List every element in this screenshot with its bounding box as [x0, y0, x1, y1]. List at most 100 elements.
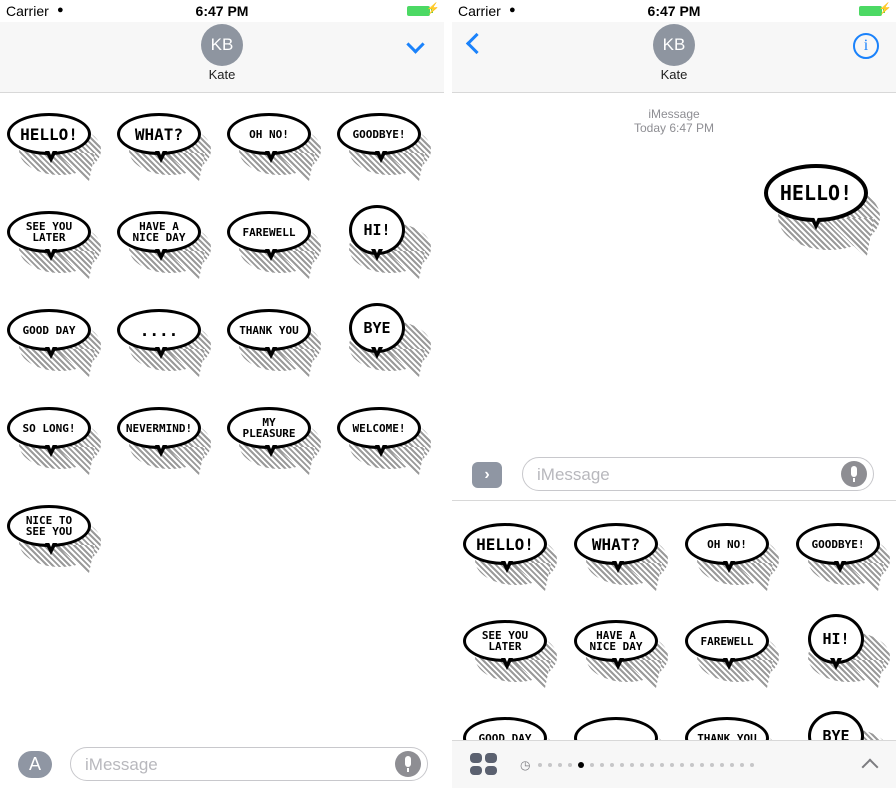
- microphone-icon[interactable]: [395, 751, 421, 777]
- sticker-cell[interactable]: FAREWELL: [220, 198, 328, 293]
- contact-name[interactable]: Kate: [452, 67, 896, 82]
- sticker-cell[interactable]: WHAT?: [110, 100, 218, 195]
- sticker-art: GOOD DAY: [461, 709, 557, 740]
- sticker-cell[interactable]: NEVERMIND!: [110, 394, 218, 489]
- expand-icon[interactable]: ›: [472, 462, 502, 488]
- sticker-cell[interactable]: GOODBYE!: [330, 100, 438, 195]
- status-bar: Carrier ● 6:47 PM ⚡: [0, 0, 444, 22]
- sticker-cell[interactable]: MY PLEASURE: [220, 394, 328, 489]
- page-dot[interactable]: [558, 763, 562, 767]
- page-dot[interactable]: [750, 763, 754, 767]
- page-dot[interactable]: [660, 763, 664, 767]
- bubble-tail: [612, 655, 624, 670]
- sticker-art: SEE YOU LATER: [5, 203, 101, 285]
- sticker-cell[interactable]: WELCOME!: [330, 394, 438, 489]
- recents-clock-icon[interactable]: ◷: [520, 758, 530, 772]
- sticker-bubble: THANK YOU: [685, 717, 769, 740]
- sticker-art: GOODBYE!: [794, 515, 890, 597]
- page-dot[interactable]: [548, 763, 552, 767]
- bubble-tail: [830, 655, 842, 670]
- page-dot[interactable]: [700, 763, 704, 767]
- sticker-cell[interactable]: SEE YOU LATER: [0, 198, 108, 293]
- apps-grid-icon[interactable]: [470, 753, 497, 775]
- contact-avatar[interactable]: KB: [653, 24, 695, 66]
- sticker-art: WHAT?: [115, 105, 211, 187]
- bubble-tail: [155, 148, 167, 163]
- sticker-cell[interactable]: ....: [567, 704, 675, 740]
- sticker-cell[interactable]: HI!: [330, 198, 438, 293]
- sticker-cell[interactable]: HI!: [789, 607, 896, 702]
- page-dot[interactable]: [568, 763, 572, 767]
- bubble-tail: [375, 148, 387, 163]
- sticker-cell[interactable]: FAREWELL: [678, 607, 786, 702]
- sticker-cell[interactable]: SO LONG!: [0, 394, 108, 489]
- sticker-cell[interactable]: OH NO!: [220, 100, 328, 195]
- sent-sticker[interactable]: HELLO!: [762, 158, 882, 270]
- page-dot[interactable]: [650, 763, 654, 767]
- sticker-cell[interactable]: ....: [110, 296, 218, 391]
- page-indicator[interactable]: [538, 762, 754, 768]
- app-store-icon[interactable]: A: [18, 751, 52, 778]
- bubble-tail: [723, 558, 735, 573]
- sticker-cell[interactable]: HAVE A NICE DAY: [567, 607, 675, 702]
- sticker-art: ....: [115, 301, 211, 383]
- sticker-cell[interactable]: OH NO!: [678, 510, 786, 605]
- sticker-art: FAREWELL: [225, 203, 321, 285]
- message-input[interactable]: iMessage: [70, 747, 428, 781]
- left-screen: Carrier ● 6:47 PM ⚡ KB Kate HELLO! WHAT? O…: [0, 0, 444, 788]
- page-dot[interactable]: [590, 763, 594, 767]
- sticker-cell[interactable]: GOOD DAY: [0, 296, 108, 391]
- sticker-cell[interactable]: BYE: [330, 296, 438, 391]
- page-dot[interactable]: [670, 763, 674, 767]
- page-dot[interactable]: [630, 763, 634, 767]
- info-icon[interactable]: i: [853, 33, 879, 59]
- sticker-art: THANK YOU: [683, 709, 779, 740]
- sticker-art: WHAT?: [572, 515, 668, 597]
- contact-name[interactable]: Kate: [0, 67, 444, 82]
- message-placeholder: iMessage: [85, 755, 158, 774]
- right-screen: Carrier ● 6:47 PM ⚡ KB Kate i iMessage T…: [452, 0, 896, 788]
- page-dot[interactable]: [620, 763, 624, 767]
- page-dot[interactable]: [538, 763, 542, 767]
- sticker-cell[interactable]: BYE: [789, 704, 896, 740]
- sticker-art: THANK YOU: [225, 301, 321, 383]
- page-dot[interactable]: [610, 763, 614, 767]
- page-dot[interactable]: [740, 763, 744, 767]
- page-dot[interactable]: [710, 763, 714, 767]
- page-dot-active[interactable]: [578, 762, 584, 768]
- sticker-cell[interactable]: SEE YOU LATER: [456, 607, 564, 702]
- sticker-cell[interactable]: HELLO!: [456, 510, 564, 605]
- sticker-cell[interactable]: WHAT?: [567, 510, 675, 605]
- bubble-tail: [155, 246, 167, 261]
- sticker-cell[interactable]: HELLO!: [0, 100, 108, 195]
- bubble-tail: [45, 148, 57, 163]
- bubble-tail: [612, 558, 624, 573]
- sticker-cell[interactable]: HAVE A NICE DAY: [110, 198, 218, 293]
- page-dot[interactable]: [640, 763, 644, 767]
- sticker-cell[interactable]: THANK YOU: [678, 704, 786, 740]
- bubble-tail: [501, 558, 513, 573]
- page-dot[interactable]: [690, 763, 694, 767]
- page-dot[interactable]: [600, 763, 604, 767]
- page-dot[interactable]: [680, 763, 684, 767]
- bubble-tail: [45, 344, 57, 359]
- sticker-art: NEVERMIND!: [115, 399, 211, 481]
- sticker-cell[interactable]: GOODBYE!: [789, 510, 896, 605]
- expand-chevron-icon[interactable]: [861, 758, 879, 776]
- message-input[interactable]: iMessage: [522, 457, 874, 491]
- sticker-cell[interactable]: NICE TO SEE YOU: [0, 492, 108, 587]
- sticker-art: BYE: [335, 301, 431, 383]
- page-dot[interactable]: [730, 763, 734, 767]
- bubble-tail: [375, 442, 387, 457]
- page-dot[interactable]: [720, 763, 724, 767]
- sticker-art: OH NO!: [683, 515, 779, 597]
- sticker-art: HI!: [794, 612, 890, 694]
- contact-avatar[interactable]: KB: [201, 24, 243, 66]
- microphone-icon[interactable]: [841, 461, 867, 487]
- collapse-chevron-icon[interactable]: [406, 35, 425, 54]
- back-chevron-icon[interactable]: [465, 32, 488, 55]
- sticker-cell[interactable]: GOOD DAY: [456, 704, 564, 740]
- charging-icon: ⚡: [878, 3, 892, 15]
- sticker-art: WELCOME!: [335, 399, 431, 481]
- sticker-cell[interactable]: THANK YOU: [220, 296, 328, 391]
